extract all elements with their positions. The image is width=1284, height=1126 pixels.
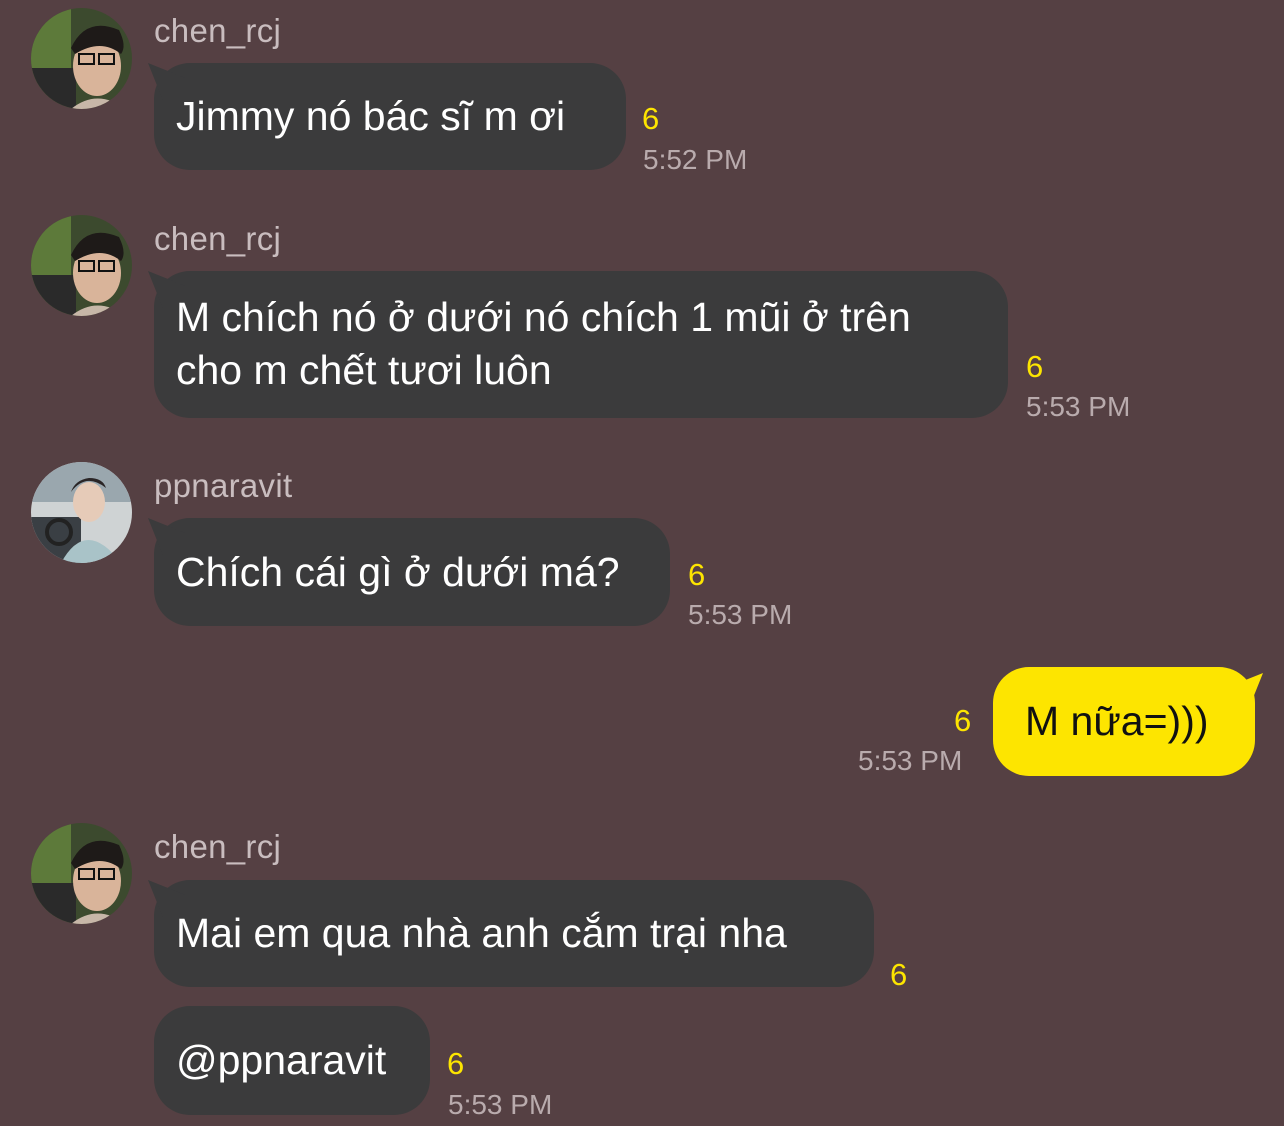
message-time: 5:53 PM (688, 599, 793, 630)
unread-count: 6 (642, 101, 660, 136)
message-text: M nữa=))) (1025, 698, 1209, 744)
avatar-chen-rcj[interactable] (31, 823, 132, 924)
avatar-photo-icon (31, 823, 132, 924)
message-time: 5:53 PM (858, 745, 963, 776)
message-time: 5:53 PM (1026, 391, 1131, 422)
my-message-bubble[interactable]: M nữa=))) (993, 667, 1255, 776)
avatar-photo-icon (31, 215, 132, 316)
message-time: 5:53 PM (448, 1089, 553, 1120)
avatar-photo-icon (31, 8, 132, 109)
message-text-line: M chích nó ở dưới nó chích 1 mũi ở trên (176, 294, 911, 340)
sender-name: chen_rcj (154, 220, 282, 257)
unread-count: 6 (447, 1046, 465, 1081)
message-text-line: cho m chết tươi luôn (176, 347, 552, 393)
unread-count: 6 (954, 703, 972, 738)
message-text: Mai em qua nhà anh cắm trại nha (176, 910, 787, 956)
avatar-photo-icon (31, 462, 132, 563)
sender-name: chen_rcj (154, 12, 282, 49)
avatar-chen-rcj[interactable] (31, 8, 132, 109)
message-bubble[interactable]: Mai em qua nhà anh cắm trại nha (154, 880, 874, 987)
avatar-chen-rcj[interactable] (31, 215, 132, 316)
message-bubble[interactable]: M chích nó ở dưới nó chích 1 mũi ở trên … (154, 271, 1008, 418)
avatar-ppnaravit[interactable] (31, 462, 132, 563)
unread-count: 6 (688, 557, 706, 592)
message-text: Jimmy nó bác sĩ m ơi (176, 93, 566, 139)
message-text: @ppnaravit (176, 1037, 387, 1083)
sender-name: chen_rcj (154, 828, 282, 865)
unread-count: 6 (1026, 349, 1044, 384)
message-time: 5:52 PM (643, 144, 748, 175)
message-text: Chích cái gì ở dưới má? (176, 549, 620, 595)
sender-name: ppnaravit (154, 467, 293, 504)
message-bubble[interactable]: @ppnaravit (154, 1006, 430, 1115)
unread-count: 6 (890, 957, 908, 992)
message-bubble[interactable]: Jimmy nó bác sĩ m ơi (154, 63, 626, 170)
message-bubble[interactable]: Chích cái gì ở dưới má? (154, 518, 670, 626)
